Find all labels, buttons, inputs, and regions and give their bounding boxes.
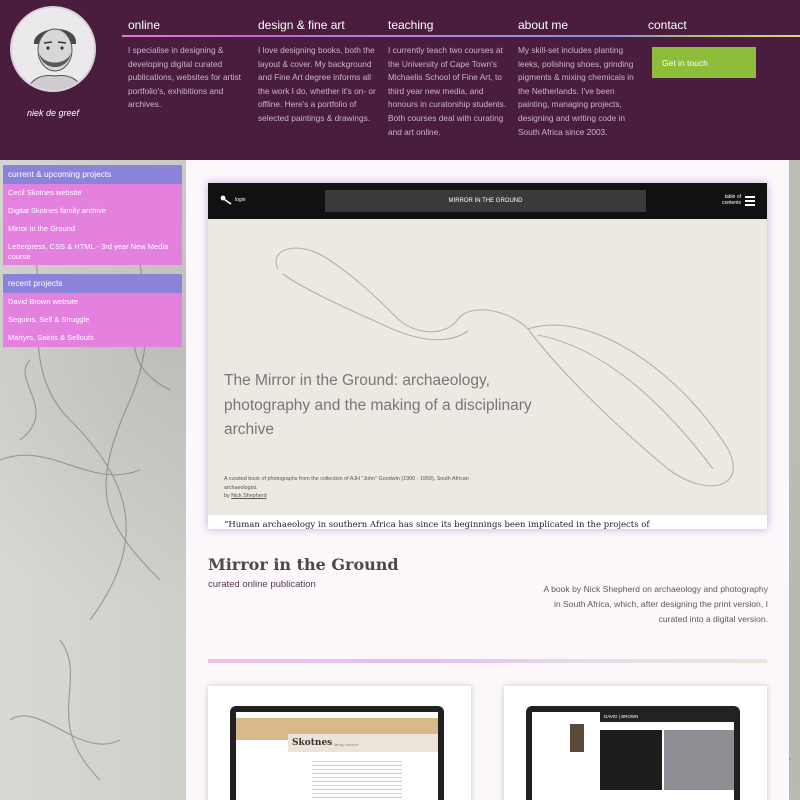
sidebar-item-martyrs[interactable]: Martyrs, Saints & Sellouts (3, 329, 182, 347)
project-title: Mirror in the Ground (208, 555, 399, 574)
thumb-archive-label: family archive (334, 742, 359, 747)
screenshot-caption-text: A curated book of photographs from the c… (224, 476, 469, 491)
screenshot-author-link[interactable]: Nick Shepherd (231, 493, 266, 499)
nav-online: online I specialise in designing & devel… (128, 18, 252, 112)
thumb-photo-light (664, 730, 734, 790)
trowel-drawing (208, 219, 767, 515)
project-subtitle: curated online publication (208, 579, 316, 590)
screenshot-heading: The Mirror in the Ground: archaeology, p… (224, 372, 532, 438)
thumb-photo-dark (600, 730, 662, 790)
project-card-david-brown[interactable]: DAVID | BROWN (504, 686, 767, 800)
site-header: niek de greef online I specialise in des… (0, 0, 800, 160)
card-laptop-screen: Skotnes family archive (230, 706, 444, 800)
sidebar-item-skotnes-archive[interactable]: Digital Skotnes family archive (3, 202, 182, 220)
thumb-sculpture (570, 724, 584, 752)
sidebar-item-letterpress-course[interactable]: Letterpress, CSS & HTML - 3rd year New M… (3, 238, 182, 265)
key-icon (220, 195, 232, 205)
card-laptop-screen: DAVID | BROWN (526, 706, 740, 800)
get-in-touch-button[interactable]: Get in touch (652, 47, 756, 78)
thumb-text-lines (312, 758, 402, 798)
screenshot-login-label: login (235, 197, 246, 203)
avatar-portrait-icon (12, 8, 94, 90)
section-divider (208, 659, 767, 663)
avatar[interactable] (10, 6, 96, 92)
screenshot-topbar: login MIRROR IN THE GROUND table of cont… (208, 183, 767, 219)
hamburger-menu-icon (745, 196, 755, 206)
sidebar-item-mirror-in-the-ground[interactable]: Mirror in the Ground (3, 220, 182, 238)
site-owner-name[interactable]: niek de greef (0, 108, 106, 118)
nav-gradient-underline (122, 35, 800, 37)
project-screenshot[interactable]: login MIRROR IN THE GROUND table of cont… (208, 183, 767, 529)
screenshot-quote: “Human archaeology in southern Africa ha… (224, 520, 650, 529)
nav-desc-design-fine-art: I love designing books, both the layout … (258, 45, 376, 123)
sidebar-item-cecil-skotnes[interactable]: Cecil Skotnes website (3, 184, 182, 202)
nav-desc-about-me: My skill-set includes planting leeks, po… (518, 45, 634, 137)
project-description: A book by Nick Shepherd on archaeology a… (543, 584, 768, 624)
thumb-brand-label: DAVID | BROWN (604, 714, 639, 719)
card-thumbnail: DAVID | BROWN (532, 712, 734, 800)
screenshot-caption: A curated book of photographs from the c… (224, 475, 484, 501)
project-card-skotnes[interactable]: Skotnes family archive (208, 686, 471, 800)
nav-desc-online: I specialise in designing & developing d… (128, 45, 241, 110)
nav-desc-teaching: I currently teach two courses at the Uni… (388, 45, 507, 137)
screenshot-site-title: MIRROR IN THE GROUND (325, 190, 646, 212)
thumb-skotnes-logo: Skotnes (292, 738, 333, 748)
sidebar: current & upcoming projects Cecil Skotne… (3, 165, 182, 347)
card-thumbnail: Skotnes family archive (236, 712, 438, 800)
sidebar-item-sequins[interactable]: Sequins, Self & Struggle (3, 311, 182, 329)
sidebar-heading-current: current & upcoming projects (3, 165, 182, 184)
sidebar-item-david-brown[interactable]: David Brown website (3, 293, 182, 311)
sidebar-heading-recent: recent projects (3, 274, 182, 293)
screenshot-toc-label: table of contents (722, 194, 741, 206)
